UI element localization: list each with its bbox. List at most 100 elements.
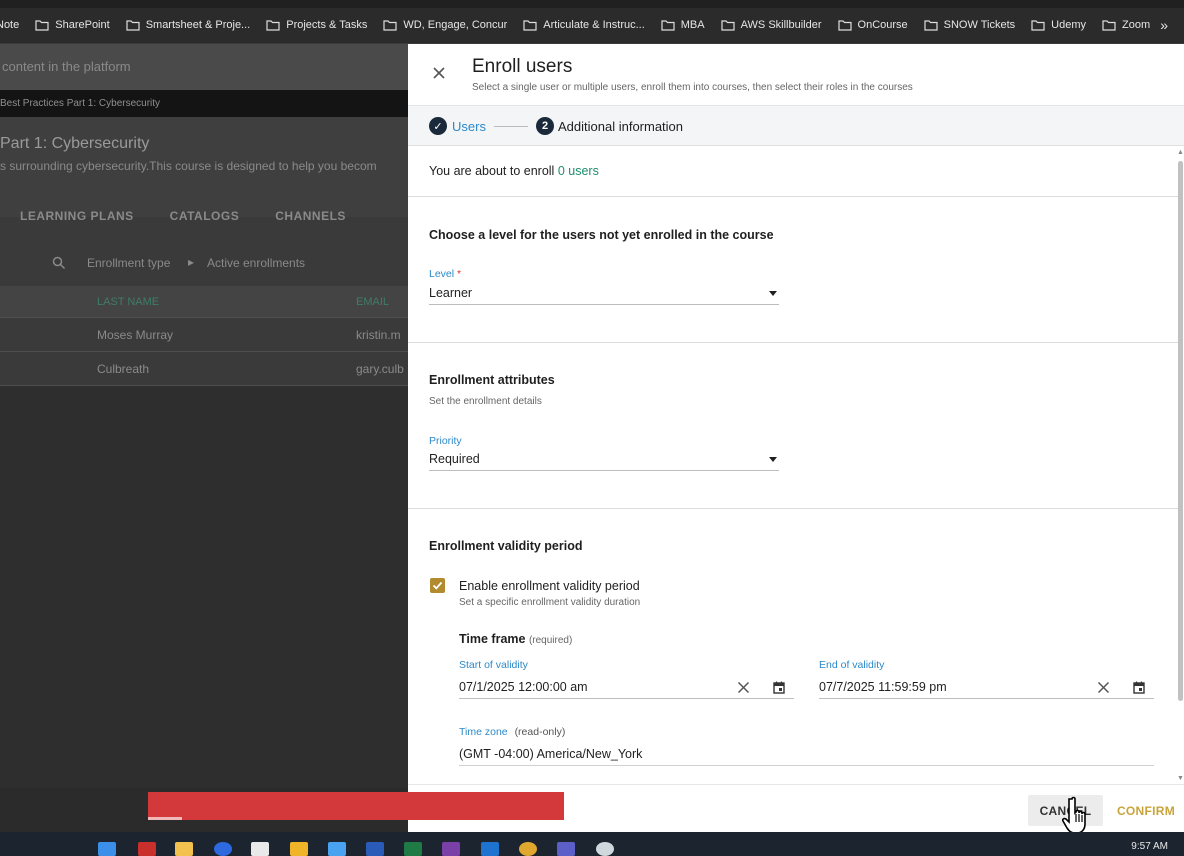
table-cell: Moses Murray (97, 328, 174, 342)
end-validity-value: 07/7/2025 11:59:59 pm (819, 680, 947, 694)
confirm-button[interactable]: CONFIRM (1108, 795, 1184, 826)
bookmark-folder[interactable]: SharePoint (27, 11, 117, 39)
background-app: content in the platform Best Practices P… (0, 44, 408, 832)
table-row: Culbreath gary.culb (0, 352, 408, 386)
validity-section: Enrollment validity period Enable enroll… (408, 509, 1178, 784)
clear-icon[interactable] (737, 681, 750, 694)
chrome-icon[interactable] (519, 842, 537, 856)
bookmark-folder[interactable]: AWS Skillbuilder (713, 11, 830, 39)
priority-select-value: Required (429, 452, 480, 466)
folder-icon (1102, 19, 1116, 31)
bookmark-label: Smartsheet & Proje... (145, 18, 251, 31)
folder-icon (523, 19, 537, 31)
notepad-icon[interactable] (328, 842, 346, 856)
folder-icon (383, 19, 397, 31)
level-label: Level * (429, 268, 461, 280)
table-row: Moses Murray kristin.m (0, 318, 408, 352)
bookmark-item[interactable]: Note (0, 11, 27, 39)
validity-checkbox[interactable] (430, 578, 445, 593)
bookmarks-overflow-button[interactable]: » (1160, 17, 1168, 33)
bookmark-label: Note (0, 18, 20, 31)
folder-icon (35, 19, 49, 31)
snipping-tool-icon[interactable] (251, 842, 269, 856)
validity-checkbox-label: Enable enrollment validity period (459, 579, 640, 593)
level-select[interactable]: Learner (429, 283, 779, 305)
folder-icon (837, 19, 852, 31)
start-validity-field[interactable]: 07/1/2025 12:00:00 am (459, 675, 794, 699)
required-mark: * (457, 268, 462, 280)
bookmark-folder[interactable]: OnCourse (830, 11, 916, 39)
close-icon[interactable] (430, 64, 448, 82)
panel-subtitle: Select a single user or multiple users, … (472, 82, 913, 93)
priority-label: Priority (429, 435, 462, 447)
folder-icon (266, 19, 280, 31)
enroll-count-prefix: You are about to enroll (429, 164, 555, 178)
priority-select[interactable]: Required (429, 449, 779, 471)
level-section: Choose a level for the users not yet enr… (408, 197, 1178, 343)
background-filter-type: Enrollment type (87, 256, 171, 270)
bookmark-folder[interactable]: WD, Engage, Concur (375, 11, 515, 39)
sticky-notes-icon[interactable] (290, 842, 308, 856)
folder-icon (721, 19, 735, 31)
scroll-down-icon[interactable]: ▼ (1177, 775, 1184, 782)
background-breadcrumb: Best Practices Part 1: Cybersecurity (0, 90, 408, 117)
bookmark-label: SharePoint (55, 18, 110, 31)
step-label: Users (452, 118, 486, 134)
timezone-value-text: (GMT -04:00) America/New_York (459, 747, 643, 761)
bookmark-folder[interactable]: SNOW Tickets (916, 11, 1024, 39)
onenote-icon[interactable] (442, 842, 460, 856)
teams-icon[interactable] (557, 842, 575, 856)
filezilla-icon[interactable] (138, 842, 156, 856)
calendar-icon[interactable] (1133, 681, 1145, 694)
end-validity-field[interactable]: 07/7/2025 11:59:59 pm (819, 675, 1154, 699)
bookmark-folder[interactable]: Zoom (1094, 11, 1158, 39)
timezone-readonly-note: (read-only) (514, 726, 566, 738)
hand-cursor-icon (1062, 796, 1086, 834)
scrollbar-thumb[interactable] (1178, 161, 1183, 701)
file-explorer-icon[interactable] (175, 842, 193, 856)
panel-scrollbar[interactable]: ▲ ▼ (1176, 147, 1184, 784)
word-icon[interactable] (366, 842, 384, 856)
windows-start-icon[interactable] (98, 842, 116, 856)
bookmark-folder[interactable]: Udemy (1023, 11, 1094, 39)
attributes-title: Enrollment attributes (429, 373, 555, 387)
redaction-bar-accent (148, 817, 182, 820)
step-users[interactable]: ✓ Users (429, 117, 486, 135)
background-course-header: Part 1: Cybersecurity s surrounding cybe… (0, 117, 408, 217)
bookmark-folder[interactable]: Smartsheet & Proje... (118, 11, 259, 39)
background-course-title: Part 1: Cybersecurity (0, 135, 150, 152)
table-cell: kristin.m (356, 328, 401, 342)
bookmark-label: OnCourse (857, 18, 908, 31)
app-icon[interactable] (596, 842, 614, 856)
search-icon (52, 256, 66, 270)
background-filter-bar: Enrollment type ▸ Active enrollments (0, 244, 408, 286)
stepper: ✓ Users 2 Additional information (408, 105, 1184, 146)
panel-title: Enroll users (472, 56, 573, 77)
clear-icon[interactable] (1097, 681, 1110, 694)
calendar-icon[interactable] (773, 681, 785, 694)
background-course-description: s surrounding cybersecurity.This course … (0, 159, 377, 173)
folder-icon (661, 19, 675, 31)
step-number: 2 (536, 117, 554, 135)
background-tab: LEARNING PLANS (20, 209, 134, 223)
caret-down-icon (769, 457, 777, 462)
scroll-up-icon[interactable]: ▲ (1177, 149, 1184, 156)
excel-icon[interactable] (404, 842, 422, 856)
validity-title: Enrollment validity period (429, 539, 583, 553)
panel-content: You are about to enroll 0 users Choose a… (408, 147, 1178, 784)
outlook-icon[interactable] (481, 842, 499, 856)
bookmark-label: Projects & Tasks (286, 18, 368, 31)
taskbar-clock: 9:57 AM (1131, 841, 1168, 852)
validity-checkbox-subtitle: Set a specific enrollment validity durat… (459, 597, 641, 608)
bookmark-folder[interactable]: Projects & Tasks (258, 11, 375, 39)
folder-icon (924, 19, 938, 31)
step-label: Additional information (558, 118, 684, 134)
caret-down-icon (769, 291, 777, 296)
bookmark-label: Udemy (1051, 18, 1087, 31)
bookmark-folder[interactable]: Articulate & Instruc... (515, 11, 652, 39)
bookmark-folder[interactable]: MBA (653, 11, 713, 39)
step-additional-information[interactable]: 2 Additional information (536, 117, 683, 135)
timeframe-title-text: Time frame (459, 632, 526, 646)
zoom-icon[interactable] (214, 842, 232, 856)
background-table-header: LAST NAME EMAIL (0, 286, 408, 318)
